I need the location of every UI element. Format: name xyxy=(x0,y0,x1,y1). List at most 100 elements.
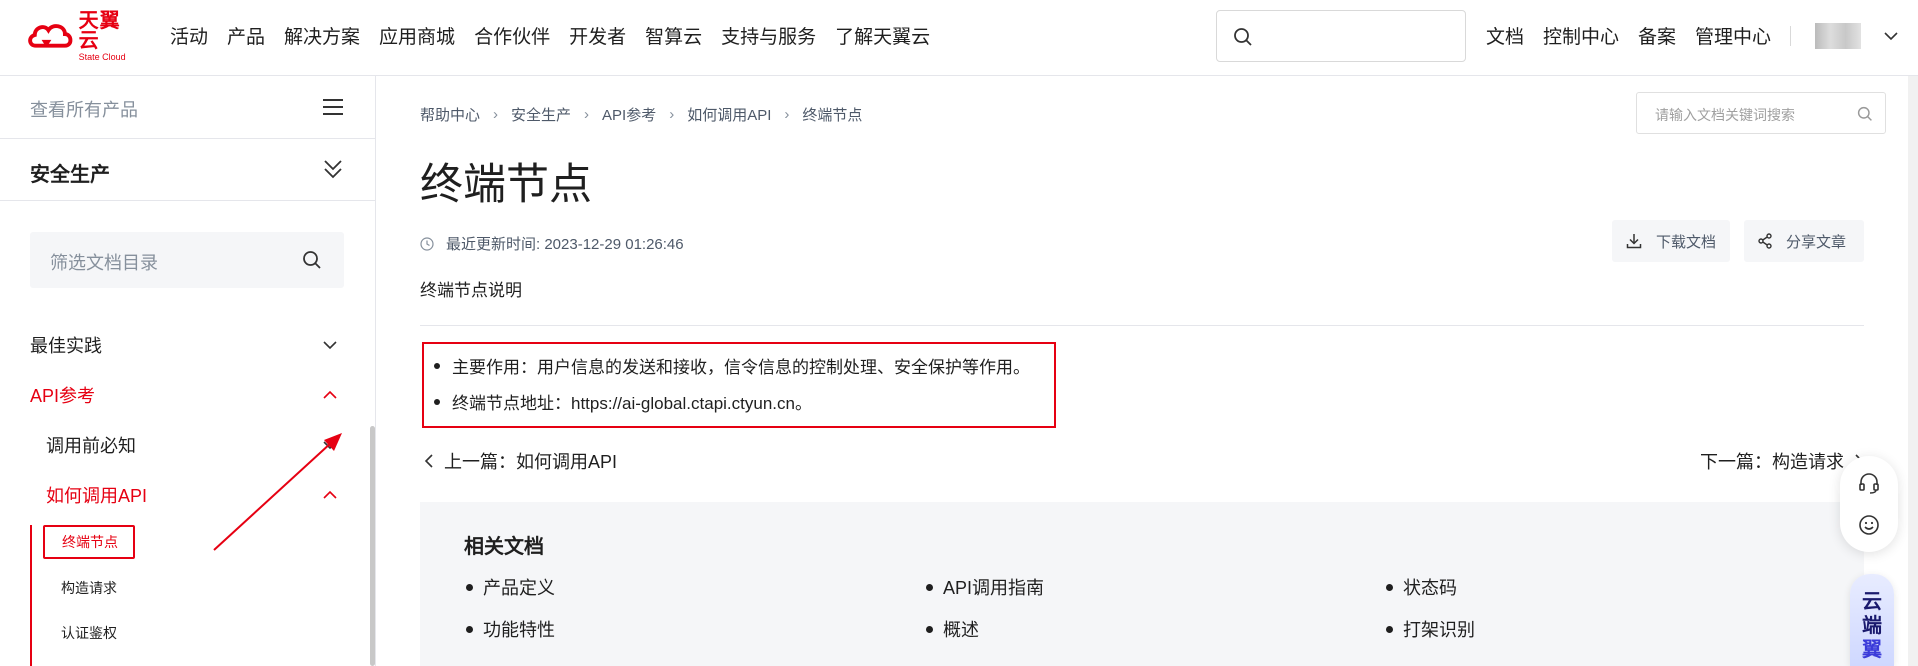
double-chevron-down-icon[interactable] xyxy=(322,158,344,180)
related-doc-label: 功能特性 xyxy=(483,620,555,640)
chevron-up-icon[interactable] xyxy=(322,390,338,400)
global-search-input[interactable] xyxy=(1216,10,1466,62)
breadcrumb-product[interactable]: 安全生产 xyxy=(511,104,571,125)
nav-ai-cloud[interactable]: 智算云 xyxy=(645,22,702,49)
sidebar-scrollbar[interactable] xyxy=(370,426,375,666)
nav-partners[interactable]: 合作伙伴 xyxy=(474,22,550,49)
top-header: 天翼云 State Cloud 活动 产品 解决方案 应用商城 合作伙伴 开发者… xyxy=(0,0,1918,76)
related-doc-label: 产品定义 xyxy=(483,578,555,598)
related-doc-link[interactable]: 产品定义 xyxy=(466,574,555,600)
sidebar-item-construct-request[interactable]: 构造请求 xyxy=(61,578,117,598)
doc-description: 终端节点说明 xyxy=(420,281,522,300)
nav-about[interactable]: 了解天翼云 xyxy=(835,22,930,49)
nav-marketplace[interactable]: 应用商城 xyxy=(379,22,455,49)
avatar[interactable] xyxy=(1815,22,1862,49)
download-doc-button[interactable]: 下载文档 xyxy=(1612,220,1730,262)
related-doc-link[interactable]: 状态码 xyxy=(1386,574,1457,600)
related-doc-link[interactable]: API调用指南 xyxy=(926,574,1044,600)
link-management[interactable]: 管理中心 xyxy=(1695,22,1771,49)
bullet-dot-icon xyxy=(926,583,933,591)
bullet-dot-icon xyxy=(466,625,473,633)
share-icon xyxy=(1758,233,1772,249)
sidebar-item-api-reference[interactable]: API参考 xyxy=(30,382,95,408)
floating-promo-banner[interactable]: 云端 翼 xyxy=(1850,574,1894,666)
next-article-label: 下一篇：构造请求 xyxy=(1700,452,1844,472)
logo[interactable]: 天翼云 State Cloud xyxy=(26,11,140,61)
doc-search-placeholder: 请输入文档关键词搜索 xyxy=(1655,107,1795,123)
breadcrumb-separator-icon: › xyxy=(584,106,590,123)
search-icon xyxy=(303,251,321,269)
menu-icon[interactable] xyxy=(322,98,344,116)
sidebar-item-best-practice[interactable]: 最佳实践 xyxy=(30,332,102,358)
next-article-link[interactable]: 下一篇：构造请求 xyxy=(1700,448,1864,474)
last-updated-text: 最近更新时间: 2023-12-29 01:26:46 xyxy=(446,236,684,253)
link-console[interactable]: 控制中心 xyxy=(1543,22,1619,49)
related-docs-title: 相关文档 xyxy=(464,536,544,558)
link-docs[interactable]: 文档 xyxy=(1486,22,1524,49)
smiley-feedback-icon[interactable] xyxy=(1858,514,1880,536)
breadcrumb-how-to-call[interactable]: 如何调用API xyxy=(687,104,771,125)
nav-activities[interactable]: 活动 xyxy=(170,22,208,49)
prev-article-link[interactable]: 上一篇：如何调用API xyxy=(424,448,617,474)
list-item: 终端节点地址：https://ai-global.ctapi.ctyun.cn。 xyxy=(434,389,812,414)
download-icon xyxy=(1626,234,1642,249)
chevron-down-icon[interactable] xyxy=(322,340,338,350)
bullet-dot-icon xyxy=(1386,583,1393,591)
bullet-dot-icon xyxy=(926,625,933,633)
search-icon xyxy=(1857,106,1872,121)
content-divider xyxy=(420,325,1864,326)
view-all-products[interactable]: 查看所有产品 xyxy=(30,96,138,122)
active-section-bar xyxy=(30,525,32,666)
filter-placeholder: 筛选文档目录 xyxy=(50,253,158,273)
page-title: 终端节点 xyxy=(420,161,592,209)
bullet-dot-icon xyxy=(466,583,473,591)
list-item-text: 主要作用：用户信息的发送和接收，信令信息的控制处理、安全保护等作用。 xyxy=(452,358,1030,377)
floating-toolbar xyxy=(1840,456,1898,552)
logo-text-en: State Cloud xyxy=(78,51,126,62)
page-scrollbar[interactable] xyxy=(1908,76,1918,666)
promo-text: 翼 xyxy=(1862,639,1882,661)
sidebar-product-title[interactable]: 安全生产 xyxy=(30,158,110,187)
sidebar-divider xyxy=(0,200,376,201)
nav-developers[interactable]: 开发者 xyxy=(569,22,626,49)
related-doc-link[interactable]: 打架识别 xyxy=(1386,616,1475,642)
related-doc-label: 状态码 xyxy=(1403,578,1457,598)
breadcrumb-separator-icon: › xyxy=(784,106,790,123)
related-doc-label: 打架识别 xyxy=(1403,620,1475,640)
last-updated: 最近更新时间: 2023-12-29 01:26:46 xyxy=(420,233,684,254)
bullet-dot-icon xyxy=(1386,625,1393,633)
share-article-button[interactable]: 分享文章 xyxy=(1744,220,1864,262)
nav-products[interactable]: 产品 xyxy=(227,22,265,49)
sidebar-item-how-to-call-api[interactable]: 如何调用API xyxy=(46,482,147,508)
related-doc-label: 概述 xyxy=(943,620,979,640)
headset-icon[interactable] xyxy=(1858,472,1880,494)
link-filing[interactable]: 备案 xyxy=(1638,22,1676,49)
bullet-dot-icon xyxy=(434,362,440,369)
search-icon xyxy=(1234,28,1252,46)
list-item: 主要作用：用户信息的发送和接收，信令信息的控制处理、安全保护等作用。 xyxy=(434,353,1030,378)
breadcrumb-current: 终端节点 xyxy=(802,107,863,124)
related-doc-link[interactable]: 功能特性 xyxy=(466,616,555,642)
prev-article-label: 上一篇：如何调用API xyxy=(444,452,618,472)
filter-doc-input[interactable]: 筛选文档目录 xyxy=(30,232,344,288)
breadcrumb-separator-icon: › xyxy=(669,106,675,123)
cloud-logo-icon xyxy=(28,24,73,48)
header-right-links: 文档 控制中心 备案 管理中心 xyxy=(1486,22,1899,49)
sidebar-item-endpoint[interactable]: 终端节点 xyxy=(43,525,135,559)
nav-solutions[interactable]: 解决方案 xyxy=(284,22,360,49)
doc-search-input[interactable]: 请输入文档关键词搜索 xyxy=(1636,92,1886,134)
header-divider xyxy=(1790,25,1792,46)
download-doc-label: 下载文档 xyxy=(1656,233,1717,251)
related-doc-link[interactable]: 概述 xyxy=(926,616,979,642)
share-article-label: 分享文章 xyxy=(1786,233,1847,251)
annotation-arrow-icon xyxy=(213,433,342,551)
breadcrumb-separator-icon: › xyxy=(493,106,499,123)
sidebar-item-before-call[interactable]: 调用前必知 xyxy=(46,432,136,458)
chevron-down-icon[interactable] xyxy=(1883,31,1899,41)
nav-support[interactable]: 支持与服务 xyxy=(721,22,816,49)
list-item-text: 终端节点地址：https://ai-global.ctapi.ctyun.cn。 xyxy=(452,394,812,413)
breadcrumb-api-reference[interactable]: API参考 xyxy=(602,104,656,125)
sidebar-item-endpoint-label: 终端节点 xyxy=(62,534,118,550)
sidebar-item-authentication[interactable]: 认证鉴权 xyxy=(61,623,117,643)
breadcrumb-help-center[interactable]: 帮助中心 xyxy=(420,104,480,125)
